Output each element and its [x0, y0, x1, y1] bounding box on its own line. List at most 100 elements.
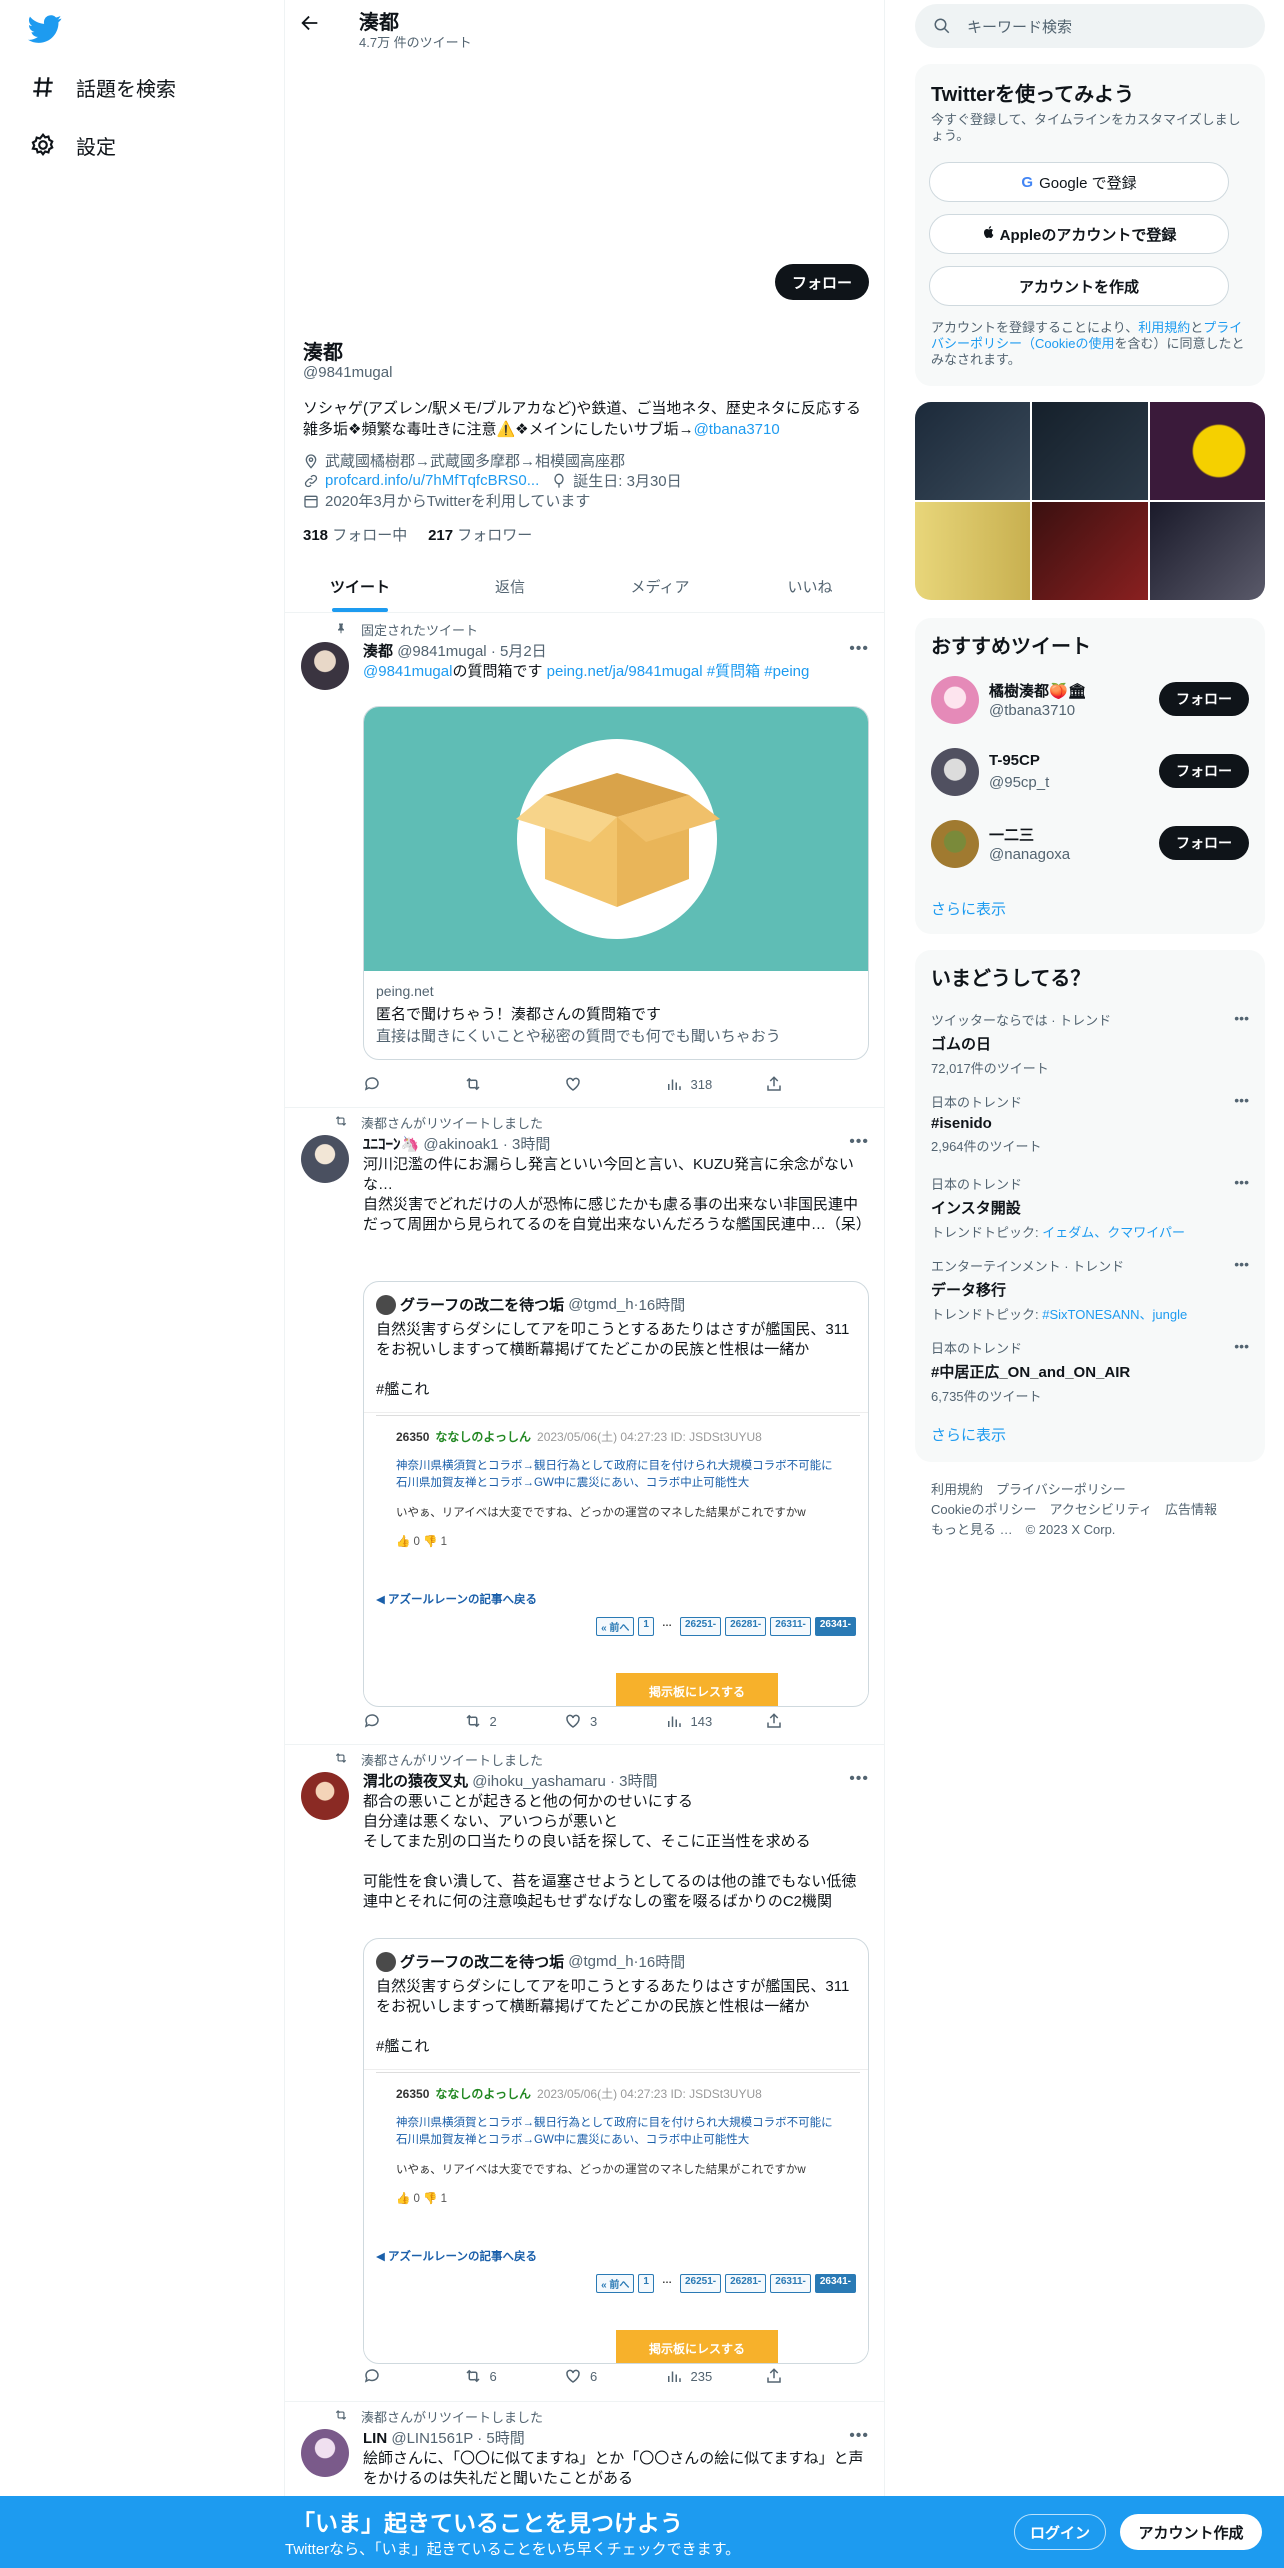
media-thumb[interactable]	[915, 502, 1031, 600]
tweet-retweet-1[interactable]: 湊都さんがリツイートしました ﾕﾆｺｰﾝ🦄 @akinoak1 · 3時間 ••…	[285, 1109, 884, 1745]
more-icon[interactable]: •••	[1234, 1256, 1249, 1272]
show-more-link[interactable]: さらに表示	[931, 898, 1006, 919]
quote-tweet[interactable]: グラーフの改二を待つ垢 @tgmd_h · 16時間 自然災害すらダシにしてアを…	[363, 1938, 869, 2364]
trend-topic-links[interactable]: イェダム、クマワイパー	[1042, 1225, 1185, 1240]
following-stat[interactable]: 318 フォロー中	[303, 527, 407, 544]
following-count: 318	[303, 527, 329, 544]
trend-item[interactable]: エンターテインメント · トレンド データ移行 トレンドトピック: #SixTO…	[931, 1256, 1249, 1323]
terms-link[interactable]: 利用規約	[1138, 320, 1190, 335]
tweet-time[interactable]: 5時間	[486, 2430, 524, 2447]
tweet-author-handle[interactable]: @9841mugal	[397, 643, 486, 660]
tweet-author-name[interactable]: 渭北の猿夜叉丸	[363, 1773, 468, 1790]
media-thumb[interactable]	[1032, 402, 1148, 500]
trend-item[interactable]: 日本のトレンド #中居正広_ON_and_ON_AIR 6,735件のツイート …	[931, 1338, 1249, 1405]
tweet-author-handle[interactable]: @LIN1561P	[391, 2430, 473, 2447]
retweet-button[interactable]	[464, 1074, 565, 1094]
like-button[interactable]: 3	[564, 1711, 665, 1731]
trend-topic-links[interactable]: #SixTONESANN、jungle	[1042, 1307, 1187, 1322]
retweet-button[interactable]: 6	[464, 2366, 565, 2386]
quote-tweet[interactable]: グラーフの改二を待つ垢 @tgmd_h · 16時間 自然災害すらダシにしてアを…	[363, 1281, 869, 1707]
footer-line-3[interactable]: もっと見る … © 2023 X Corp.	[931, 1520, 1217, 1540]
like-button[interactable]	[564, 1074, 665, 1094]
trend-item[interactable]: 日本のトレンド #isenido 2,964件のツイート •••	[931, 1092, 1249, 1155]
nav-settings[interactable]: 設定	[28, 121, 116, 169]
avatar[interactable]	[301, 2429, 349, 2477]
pager-current: 26341-	[814, 1617, 856, 1636]
like-button[interactable]: 6	[564, 2366, 665, 2386]
login-button[interactable]: ログイン	[1014, 2514, 1106, 2550]
pager-ellipsis: …	[661, 1618, 672, 1629]
nav-explore[interactable]: 話題を検索	[28, 63, 176, 111]
trend-title: インスタ開設	[931, 1200, 1021, 1217]
back-arrow-icon[interactable]	[299, 12, 321, 40]
tab-media[interactable]: メディア	[585, 560, 735, 612]
pager-page: 1	[638, 2274, 654, 2293]
recommended-user[interactable]: T-95CP @95cp_t フォロー	[931, 744, 1249, 800]
retweet-button[interactable]: 2	[464, 1711, 565, 1731]
footer-line-1[interactable]: 利用規約 プライバシーポリシー	[931, 1480, 1217, 1500]
media-thumb[interactable]	[915, 402, 1031, 500]
more-icon[interactable]: •••	[849, 2427, 869, 2445]
more-icon[interactable]: •••	[1234, 1174, 1249, 1190]
profile-url-link[interactable]: profcard.info/u/7hMfTqfcBRS0...	[325, 472, 539, 489]
footer-line-2[interactable]: Cookieのポリシー アクセシビリティ 広告情報	[931, 1500, 1217, 1520]
tweet-link[interactable]: peing.net/ja/9841mugal	[547, 663, 703, 680]
apple-signup-button[interactable]: Appleのアカウントで登録	[929, 214, 1229, 254]
rec-follow-button[interactable]: フォロー	[1159, 682, 1249, 716]
signup-button[interactable]: アカウント作成	[1120, 2514, 1262, 2550]
more-icon[interactable]: •••	[849, 1770, 869, 1788]
avatar[interactable]	[301, 1135, 349, 1183]
follow-button[interactable]: フォロー	[775, 264, 869, 300]
avatar[interactable]	[301, 642, 349, 690]
reply-button[interactable]	[363, 1711, 464, 1731]
media-thumb[interactable]	[1149, 502, 1265, 600]
views-button[interactable]: 235	[665, 2366, 766, 2386]
recommended-user[interactable]: 一二三 @nanagoxa フォロー	[931, 816, 1249, 872]
tweet-author-name[interactable]: 湊都	[363, 643, 393, 660]
tweet-author-handle[interactable]: @ihoku_yashamaru	[472, 1773, 606, 1790]
avatar[interactable]	[301, 1772, 349, 1820]
tweet-time[interactable]: 3時間	[512, 1136, 550, 1153]
trend-item[interactable]: 日本のトレンド インスタ開設 トレンドトピック: イェダム、クマワイパー •••	[931, 1174, 1249, 1241]
more-icon[interactable]: •••	[849, 1133, 869, 1151]
tweet-time[interactable]: 5月2日	[500, 643, 547, 660]
tab-replies[interactable]: 返信	[435, 560, 585, 612]
share-button[interactable]	[765, 1711, 795, 1731]
share-button[interactable]	[765, 2366, 795, 2386]
tab-likes[interactable]: いいね	[735, 560, 884, 612]
tweet-time[interactable]: 3時間	[619, 1773, 657, 1790]
reply-icon	[364, 1714, 379, 1728]
views-button[interactable]: 143	[665, 1711, 766, 1731]
tweet-author-name[interactable]: ﾕﾆｺｰﾝ🦄	[363, 1136, 419, 1153]
more-icon[interactable]: •••	[1234, 1092, 1249, 1108]
more-icon[interactable]: •••	[1234, 1010, 1249, 1026]
reply-button[interactable]	[363, 2366, 464, 2386]
tweet-author-handle[interactable]: @akinoak1	[423, 1136, 498, 1153]
share-button[interactable]	[765, 1074, 795, 1094]
more-icon[interactable]: •••	[849, 640, 869, 658]
views-button[interactable]: 318	[665, 1074, 766, 1094]
tweet-retweet-2[interactable]: 湊都さんがリツイートしました 渭北の猿夜叉丸 @ihoku_yashamaru …	[285, 1746, 884, 2402]
trend-item[interactable]: ツイッターならでは · トレンド ゴムの日 72,017件のツイート •••	[931, 1010, 1249, 1077]
tweet-hashtags[interactable]: #質問箱 #peing	[707, 663, 810, 680]
link-card[interactable]: peing.net 匿名で聞けちゃう！湊都さんの質問箱です 直接は聞きにくいこと…	[363, 706, 869, 1060]
tab-tweets[interactable]: ツイート	[285, 560, 435, 612]
more-icon[interactable]: •••	[1234, 1338, 1249, 1354]
tweet-pinned[interactable]: 固定されたツイート 湊都 @9841mugal · 5月2日 ••• @9841…	[285, 614, 884, 1108]
tweet-author-name[interactable]: LIN	[363, 2430, 387, 2447]
rec-follow-button[interactable]: フォロー	[1159, 826, 1249, 860]
trends-show-more-link[interactable]: さらに表示	[931, 1424, 1006, 1445]
google-signup-button[interactable]: G Google で登録	[929, 162, 1229, 202]
followers-stat[interactable]: 217 フォロワー	[428, 527, 532, 544]
bio-mention-link[interactable]: @tbana3710	[694, 421, 780, 438]
search-box[interactable]: キーワード検索	[915, 4, 1265, 48]
rec-follow-button[interactable]: フォロー	[1159, 754, 1249, 788]
twitter-logo-icon[interactable]	[28, 12, 62, 46]
media-thumb[interactable]	[1149, 402, 1265, 500]
reply-button[interactable]	[363, 1074, 464, 1094]
tweet-mention[interactable]: @9841mugal	[363, 663, 452, 680]
search-input[interactable]: キーワード検索	[967, 16, 1072, 37]
create-account-button[interactable]: アカウントを作成	[929, 266, 1229, 306]
recommended-user[interactable]: 橘樹湊都🍑🏛 @tbana3710 フォロー	[931, 672, 1249, 728]
media-thumb[interactable]	[1032, 502, 1148, 600]
